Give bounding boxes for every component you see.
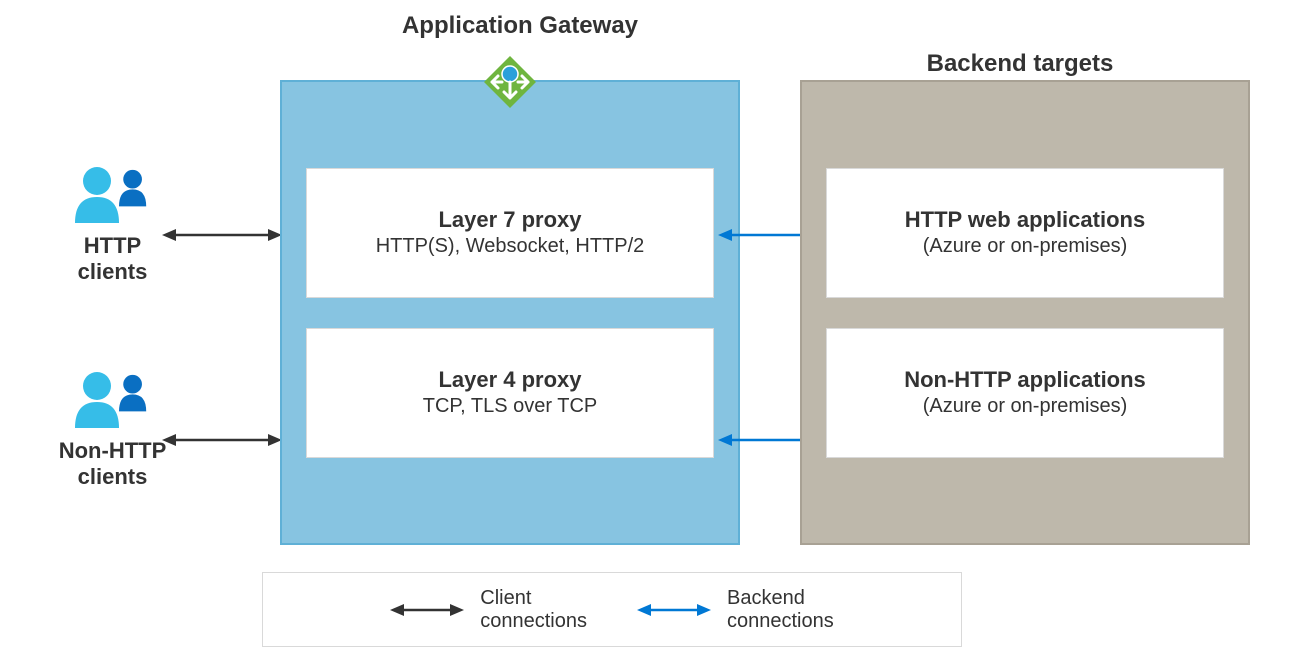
gateway-title: Application Gateway xyxy=(370,12,670,40)
double-arrow-black-icon xyxy=(390,600,464,620)
nonhttp-apps-title: Non-HTTP applications xyxy=(847,367,1203,393)
architecture-diagram: Application Gateway Backend targets HTTP… xyxy=(0,0,1307,664)
double-arrow-blue-icon xyxy=(637,600,711,620)
legend-backend-label: Backendconnections xyxy=(727,587,834,633)
http-apps-card: HTTP web applications (Azure or on-premi… xyxy=(826,168,1224,298)
layer4-title: Layer 4 proxy xyxy=(327,367,693,393)
nonhttp-apps-sub: (Azure or on-premises) xyxy=(847,395,1203,418)
http-apps-title: HTTP web applications xyxy=(847,207,1203,233)
users-icon xyxy=(73,370,153,434)
arrow-client-nonhttp xyxy=(162,430,282,450)
http-apps-sub: (Azure or on-premises) xyxy=(847,235,1203,258)
users-icon xyxy=(73,165,153,229)
nonhttp-apps-card: Non-HTTP applications (Azure or on-premi… xyxy=(826,328,1224,458)
backend-title: Backend targets xyxy=(830,50,1210,78)
layer7-proxy-card: Layer 7 proxy HTTP(S), Websocket, HTTP/2 xyxy=(306,168,714,298)
legend-client-connections: Clientconnections xyxy=(390,587,587,633)
legend-client-label: Clientconnections xyxy=(480,587,587,633)
application-gateway-icon xyxy=(482,54,538,110)
layer7-sub: HTTP(S), Websocket, HTTP/2 xyxy=(327,235,693,258)
legend: Clientconnections Backendconnections xyxy=(262,572,962,647)
application-gateway-container: Layer 7 proxy HTTP(S), Websocket, HTTP/2… xyxy=(280,80,740,545)
legend-backend-connections: Backendconnections xyxy=(637,587,834,633)
backend-targets-container: HTTP web applications (Azure or on-premi… xyxy=(800,80,1250,545)
arrow-client-http xyxy=(162,225,282,245)
layer7-title: Layer 7 proxy xyxy=(327,207,693,233)
layer4-proxy-card: Layer 4 proxy TCP, TLS over TCP xyxy=(306,328,714,458)
layer4-sub: TCP, TLS over TCP xyxy=(327,395,693,418)
